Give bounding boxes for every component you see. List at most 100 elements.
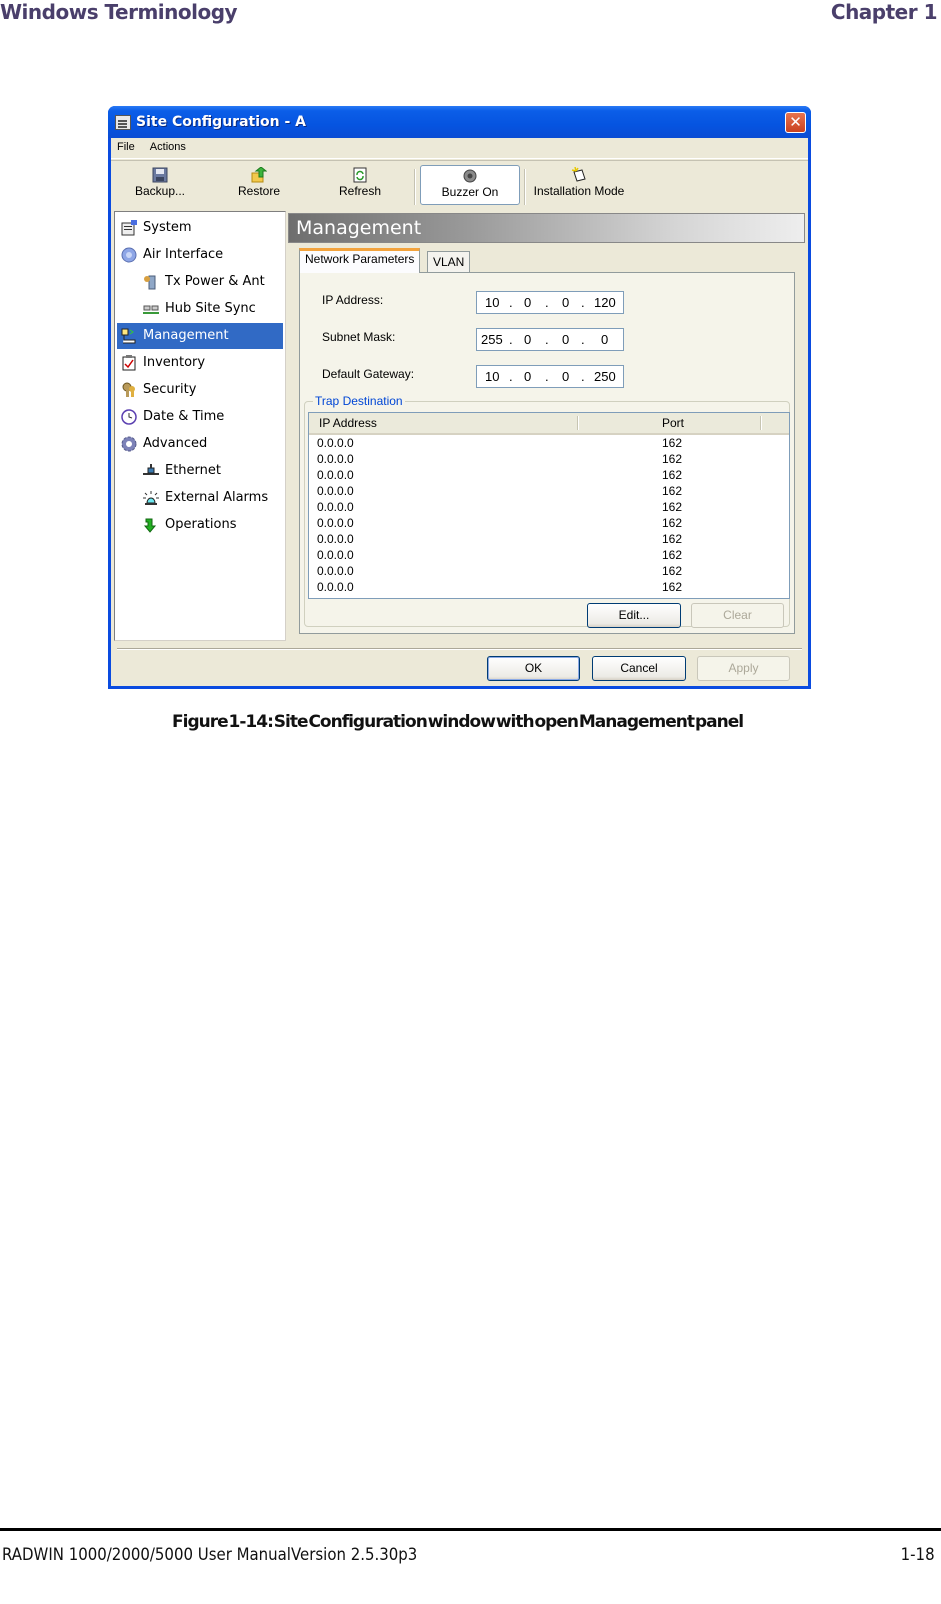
trap-destination-title: Trap Destination xyxy=(313,394,405,408)
dot: . xyxy=(545,369,549,384)
restore-label: Restore xyxy=(237,184,281,198)
nav-label: Tx Power & Ant xyxy=(165,274,265,289)
toolbar-separator xyxy=(524,169,526,205)
octet-2: 0 xyxy=(524,295,532,310)
table-row[interactable]: 0.0.0.0 162 xyxy=(309,547,789,563)
trap-ip-cell: 0.0.0.0 xyxy=(317,516,354,530)
trap-port-cell: 162 xyxy=(662,548,683,562)
site-configuration-window: Site Configuration - A ✕ File Actions Ba… xyxy=(108,106,811,689)
nav-item-tx-power-ant[interactable]: Tx Power & Ant xyxy=(117,269,283,295)
ip-address-input[interactable]: 10. 0. 0. 120 xyxy=(476,291,624,314)
table-row[interactable]: 0.0.0.0 162 xyxy=(309,579,789,595)
default-gateway-input[interactable]: 10. 0. 0. 250 xyxy=(476,365,624,388)
trap-ip-cell: 0.0.0.0 xyxy=(317,564,354,578)
restore-button[interactable]: Restore xyxy=(229,165,289,205)
nav-item-date-time[interactable]: Date & Time xyxy=(117,404,283,430)
toolbar: Backup... Restore Refresh Buzzer On Inst… xyxy=(111,160,808,211)
nav-item-inventory[interactable]: Inventory xyxy=(117,350,283,376)
trap-port-cell: 162 xyxy=(662,452,683,466)
dot: . xyxy=(545,295,549,310)
column-ip-address[interactable]: IP Address xyxy=(319,416,377,430)
octet-3: 0 xyxy=(562,295,570,310)
table-row[interactable]: 0.0.0.0 162 xyxy=(309,467,789,483)
nav-item-hub-site-sync[interactable]: Hub Site Sync xyxy=(117,296,283,322)
dot: . xyxy=(581,295,585,310)
clear-button[interactable]: Clear xyxy=(691,603,784,628)
close-button[interactable]: ✕ xyxy=(785,112,806,133)
nav-item-security[interactable]: Security xyxy=(117,377,283,403)
dot: . xyxy=(581,369,585,384)
trap-port-cell: 162 xyxy=(662,516,683,530)
octet-3: 0 xyxy=(562,369,570,384)
trap-destination-list[interactable]: IP Address Port 0.0.0.0 162 0.0.0.0 162 0.0.… xyxy=(308,412,790,599)
antenna-icon xyxy=(143,274,159,290)
air-interface-icon xyxy=(121,247,137,263)
refresh-button[interactable]: Refresh xyxy=(329,165,391,205)
octet-2: 0 xyxy=(524,332,532,347)
menu-bar: File Actions xyxy=(111,138,808,159)
edit-button[interactable]: Edit... xyxy=(587,603,681,628)
nav-label: Advanced xyxy=(143,436,208,451)
nav-item-management[interactable]: Management xyxy=(117,323,283,349)
footer-manual-title: RADWIN 1000/2000/5000 User ManualVersion… xyxy=(2,1545,418,1565)
nav-label: Air Interface xyxy=(143,247,224,262)
menu-actions[interactable]: Actions xyxy=(144,138,192,153)
table-row[interactable]: 0.0.0.0 162 xyxy=(309,531,789,547)
octet-1: 10 xyxy=(485,295,500,310)
default-gateway-label: Default Gateway: xyxy=(322,367,415,381)
management-panel: Management Network Parameters VLAN IP Ad… xyxy=(288,211,805,641)
buzzer-icon xyxy=(462,168,478,184)
dot: . xyxy=(509,369,513,384)
refresh-label: Refresh xyxy=(338,184,382,198)
trap-port-cell: 162 xyxy=(662,564,683,578)
table-row[interactable]: 0.0.0.0 162 xyxy=(309,451,789,467)
nav-item-ethernet[interactable]: Ethernet xyxy=(117,458,283,484)
dot: . xyxy=(509,295,513,310)
trap-port-cell: 162 xyxy=(662,532,683,546)
gear-icon xyxy=(121,436,137,452)
nav-item-advanced[interactable]: Advanced xyxy=(117,431,283,457)
operations-arrow-icon xyxy=(143,517,159,533)
restore-folder-icon xyxy=(251,166,268,183)
trap-port-cell: 162 xyxy=(662,468,683,482)
subnet-mask-label: Subnet Mask: xyxy=(322,330,396,344)
octet-3: 0 xyxy=(562,332,570,347)
nav-label: System xyxy=(143,220,192,235)
table-row[interactable]: 0.0.0.0 162 xyxy=(309,435,789,451)
column-separator[interactable] xyxy=(577,416,579,430)
nav-item-system[interactable]: System xyxy=(117,215,283,241)
nav-item-external-alarms[interactable]: External Alarms xyxy=(117,485,283,511)
management-icon xyxy=(121,328,137,344)
tab-vlan[interactable]: VLAN xyxy=(427,251,471,273)
dot: . xyxy=(581,332,585,347)
table-row[interactable]: 0.0.0.0 162 xyxy=(309,515,789,531)
trap-ip-cell: 0.0.0.0 xyxy=(317,580,354,594)
menu-file[interactable]: File xyxy=(111,138,141,153)
octet-1: 255 xyxy=(481,332,503,347)
apply-button[interactable]: Apply xyxy=(697,656,790,681)
nav-item-air-interface[interactable]: Air Interface xyxy=(117,242,283,268)
column-separator[interactable] xyxy=(760,416,762,430)
ok-button[interactable]: OK xyxy=(487,656,580,681)
footer-page-number: 1-18 xyxy=(901,1545,935,1565)
nav-item-operations[interactable]: Operations xyxy=(117,512,283,538)
dot: . xyxy=(545,332,549,347)
table-row[interactable]: 0.0.0.0 162 xyxy=(309,483,789,499)
nav-label: Hub Site Sync xyxy=(165,301,256,316)
backup-button[interactable]: Backup... xyxy=(125,165,195,205)
refresh-document-icon xyxy=(352,167,368,183)
nav-label: External Alarms xyxy=(165,490,269,505)
nav-label: Inventory xyxy=(143,355,206,370)
buzzer-on-button[interactable]: Buzzer On xyxy=(420,165,520,205)
table-row[interactable]: 0.0.0.0 162 xyxy=(309,499,789,515)
column-port[interactable]: Port xyxy=(662,416,684,430)
subnet-mask-input[interactable]: 255. 0. 0. 0 xyxy=(476,328,624,351)
cancel-button[interactable]: Cancel xyxy=(592,656,686,681)
trap-ip-cell: 0.0.0.0 xyxy=(317,532,354,546)
title-bar[interactable]: Site Configuration - A ✕ xyxy=(108,106,811,138)
installation-mode-button[interactable]: Installation Mode xyxy=(529,165,629,205)
table-row[interactable]: 0.0.0.0 162 xyxy=(309,563,789,579)
tab-network-parameters[interactable]: Network Parameters xyxy=(299,248,421,273)
footer-rule xyxy=(0,1528,941,1531)
inventory-icon xyxy=(121,355,137,371)
